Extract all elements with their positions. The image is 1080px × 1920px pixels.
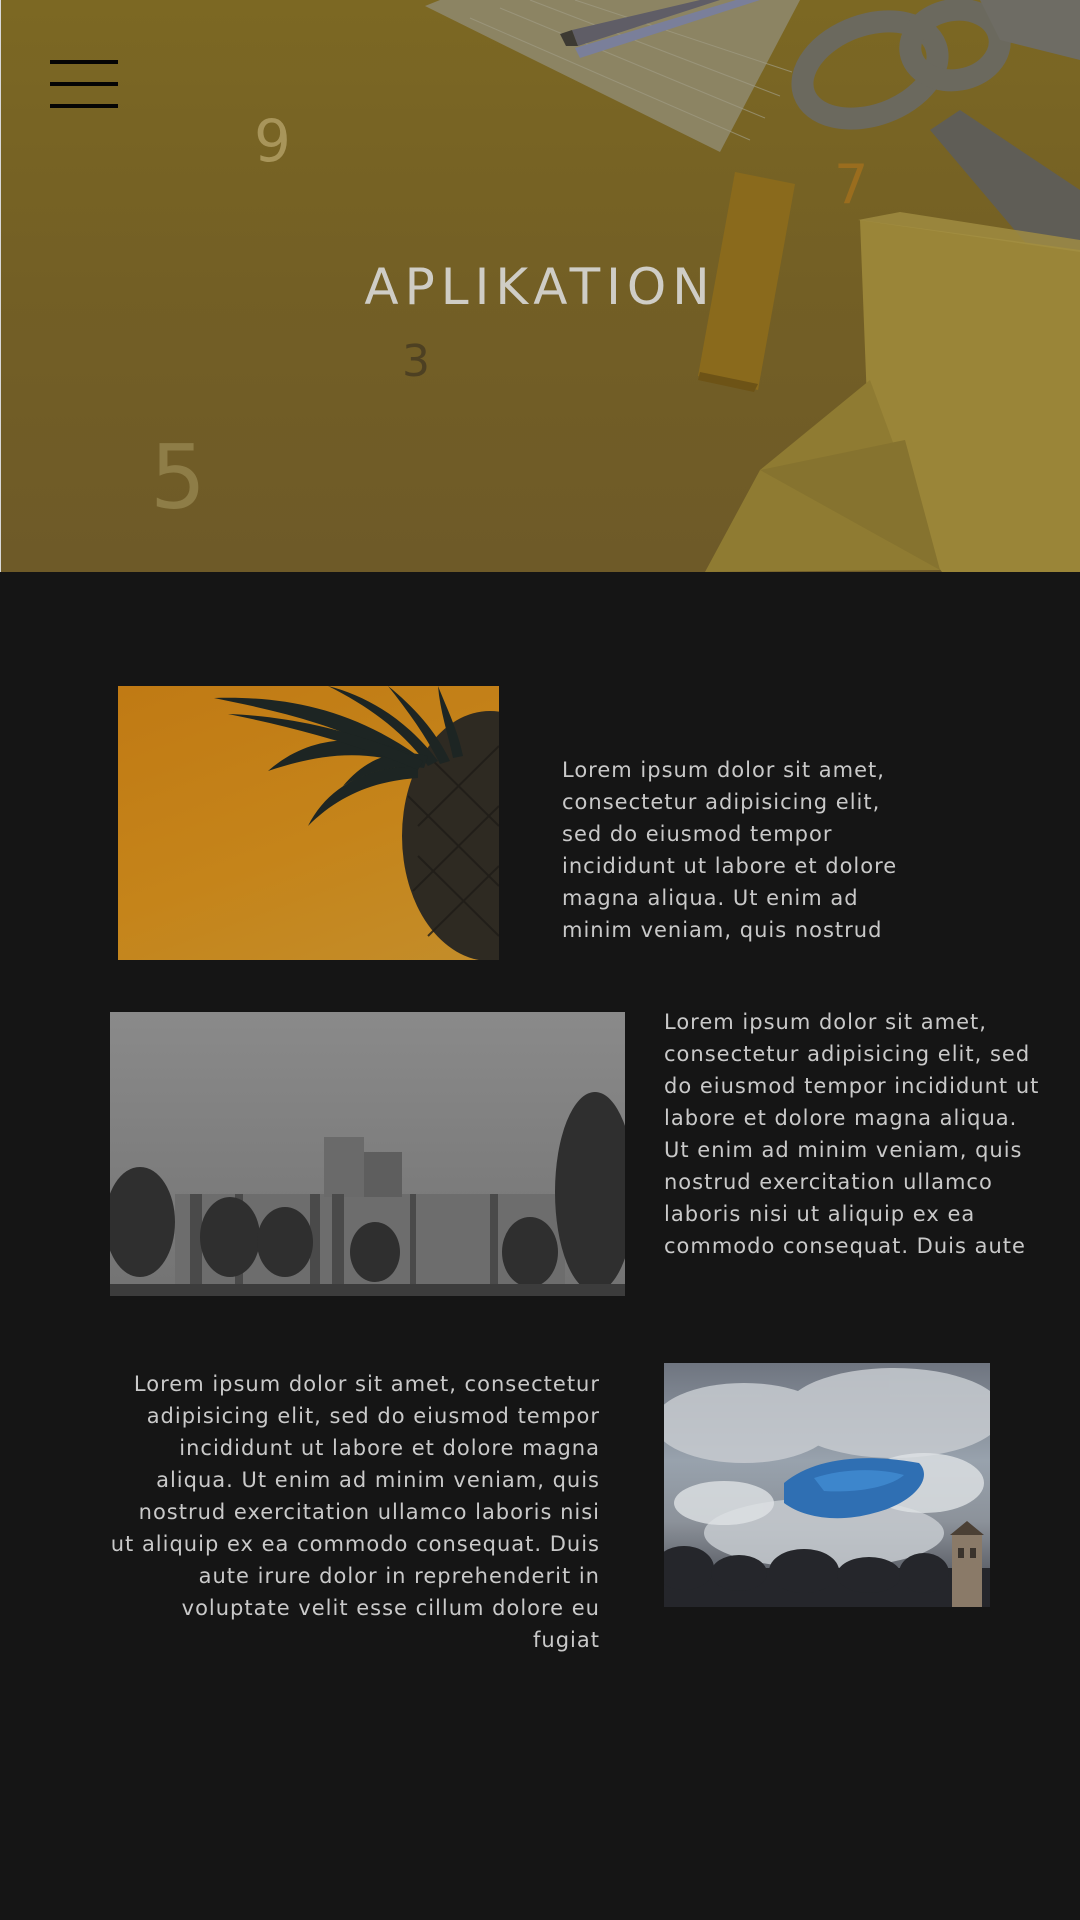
building-image bbox=[110, 1012, 625, 1296]
row-1-paragraph: Lorem ipsum dolor sit amet, consectetur … bbox=[562, 758, 898, 942]
hamburger-menu-icon[interactable] bbox=[50, 60, 118, 108]
hero-title: APLIKATION bbox=[364, 258, 716, 316]
row-3-paragraph: Lorem ipsum dolor sit amet, consectetur … bbox=[110, 1372, 600, 1652]
hero-banner: 9 7 3 5 APLIKATION bbox=[0, 0, 1080, 572]
menu-line bbox=[50, 82, 118, 86]
decorative-number-9: 9 bbox=[254, 107, 291, 175]
menu-line bbox=[50, 104, 118, 108]
decorative-number-3: 3 bbox=[402, 336, 430, 387]
building-illustration bbox=[110, 1012, 625, 1296]
decorative-number-7: 7 bbox=[834, 153, 869, 216]
row-2-paragraph: Lorem ipsum dolor sit amet, consectetur … bbox=[664, 1010, 1040, 1258]
pineapple-image bbox=[118, 686, 499, 960]
decorative-number-5: 5 bbox=[150, 426, 206, 529]
menu-line bbox=[50, 60, 118, 64]
pineapple-illustration bbox=[214, 686, 499, 960]
sky-illustration bbox=[664, 1368, 990, 1607]
sky-image bbox=[664, 1363, 990, 1607]
